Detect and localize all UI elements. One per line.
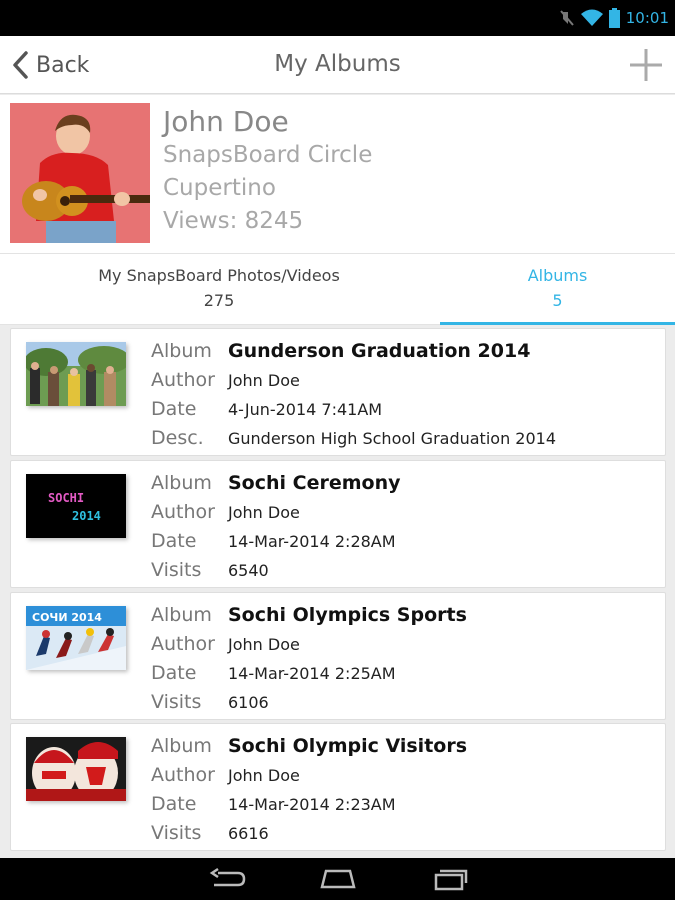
album-title: Sochi Olympics Sports	[228, 604, 467, 626]
profile-info: John Doe SnapsBoard Circle Cupertino Vie…	[163, 105, 372, 238]
avatar[interactable]	[10, 103, 150, 243]
album-key: Date	[151, 662, 197, 684]
album-row-title: Album Gunderson Graduation 2014	[151, 337, 530, 365]
status-time: 10:01	[625, 9, 669, 27]
nav-home-icon	[320, 869, 356, 889]
album-key: Album	[151, 340, 212, 362]
action-bar: Back My Albums	[0, 36, 675, 94]
album-title: Sochi Ceremony	[228, 472, 401, 494]
avatar-photo	[10, 103, 150, 243]
add-button[interactable]	[627, 46, 665, 84]
nav-back-icon	[209, 867, 246, 887]
album-row-visits: Visits 6106	[151, 688, 269, 716]
sports-banner-text: СОЧИ 2014	[32, 611, 102, 624]
tab-albums[interactable]: Albums 5	[440, 254, 675, 325]
album-card[interactable]: Album Gunderson Graduation 2014 Author J…	[10, 328, 666, 456]
album-row-date: Date 14-Mar-2014 2:25AM	[151, 659, 396, 687]
sochi-logo-line2: 2014	[72, 509, 101, 523]
album-key: Visits	[151, 822, 202, 844]
album-key: Date	[151, 793, 197, 815]
album-author: John Doe	[228, 370, 300, 390]
profile-header: John Doe SnapsBoard Circle Cupertino Vie…	[0, 95, 675, 253]
wifi-icon	[580, 9, 603, 26]
mute-icon	[560, 10, 574, 26]
album-title: Sochi Olympic Visitors	[228, 735, 468, 757]
profile-name: John Doe	[163, 105, 289, 138]
profile-circle: SnapsBoard Circle	[163, 142, 373, 168]
album-row-date: Date 14-Mar-2014 2:23AM	[151, 790, 396, 818]
album-date: 14-Mar-2014 2:23AM	[228, 794, 396, 814]
album-key: Author	[151, 633, 215, 655]
album-row-date: Date 4-Jun-2014 7:41AM	[151, 395, 382, 423]
album-key: Author	[151, 764, 215, 786]
page-title: My Albums	[274, 51, 401, 77]
nav-recents-icon	[434, 869, 468, 891]
album-card[interactable]: Album Sochi Olympic Visitors Author John…	[10, 723, 666, 851]
album-thumbnail	[26, 737, 126, 801]
profile-views: Views: 8245	[163, 208, 304, 234]
album-description: Gunderson High School Graduation 2014	[228, 428, 557, 448]
tab-bar: My SnapsBoard Photos/Videos 275 Albums 5	[0, 253, 675, 325]
album-key: Album	[151, 735, 212, 757]
album-key: Album	[151, 604, 212, 626]
album-key: Album	[151, 472, 212, 494]
add-icon	[630, 49, 662, 81]
album-row-date: Date 14-Mar-2014 2:28AM	[151, 527, 396, 555]
battery-icon	[608, 8, 620, 28]
sochi-logo-line1: SOCHI	[48, 491, 84, 505]
album-row-author: Author John Doe	[151, 498, 300, 526]
album-author: John Doe	[228, 502, 300, 522]
album-key: Desc.	[151, 427, 204, 449]
album-row-author: Author John Doe	[151, 761, 300, 789]
album-key: Visits	[151, 559, 202, 581]
album-author: John Doe	[228, 765, 300, 785]
album-date: 4-Jun-2014 7:41AM	[228, 399, 383, 419]
album-visits: 6616	[228, 823, 269, 843]
nav-back-button[interactable]	[206, 865, 246, 893]
tab-label: My SnapsBoard Photos/Videos	[98, 266, 340, 285]
album-row-title: Album Sochi Ceremony	[151, 469, 401, 497]
album-card[interactable]: СОЧИ 2014 Album Sochi Olympics Sports Au…	[10, 592, 666, 720]
album-key: Author	[151, 369, 215, 391]
tab-photos-videos[interactable]: My SnapsBoard Photos/Videos 275	[0, 254, 438, 325]
album-row-visits: Visits 6616	[151, 819, 269, 847]
album-title: Gunderson Graduation 2014	[228, 340, 531, 362]
album-date: 14-Mar-2014 2:25AM	[228, 663, 396, 683]
profile-location: Cupertino	[163, 175, 276, 201]
album-list[interactable]: Album Gunderson Graduation 2014 Author J…	[0, 325, 675, 858]
album-visits: 6106	[228, 692, 269, 712]
nav-home-button[interactable]	[318, 865, 358, 893]
tab-count: 275	[203, 291, 235, 310]
album-key: Visits	[151, 691, 202, 713]
album-date: 14-Mar-2014 2:28AM	[228, 531, 396, 551]
album-author: John Doe	[228, 634, 300, 654]
album-key: Date	[151, 398, 197, 420]
album-key: Author	[151, 501, 215, 523]
album-row-desc: Desc. Gunderson High School Graduation 2…	[151, 424, 556, 452]
album-row-author: Author John Doe	[151, 366, 300, 394]
album-key: Date	[151, 530, 197, 552]
album-visits: 6540	[228, 560, 269, 580]
album-thumbnail: SOCHI 2014	[26, 474, 126, 538]
tab-label: Albums	[527, 266, 588, 285]
album-row-title: Album Sochi Olympics Sports	[151, 601, 467, 629]
tab-count: 5	[552, 291, 563, 310]
system-nav-bar	[0, 858, 675, 900]
status-bar: 10:01	[0, 0, 675, 36]
album-card[interactable]: SOCHI 2014 Album Sochi Ceremony Author J…	[10, 460, 666, 588]
nav-recents-button[interactable]	[430, 865, 470, 893]
album-thumbnail	[26, 342, 126, 406]
album-row-author: Author John Doe	[151, 630, 300, 658]
album-thumbnail: СОЧИ 2014	[26, 606, 126, 670]
status-icons: 10:01	[559, 8, 669, 28]
album-row-visits: Visits 6540	[151, 556, 269, 584]
album-row-title: Album Sochi Olympic Visitors	[151, 732, 467, 760]
